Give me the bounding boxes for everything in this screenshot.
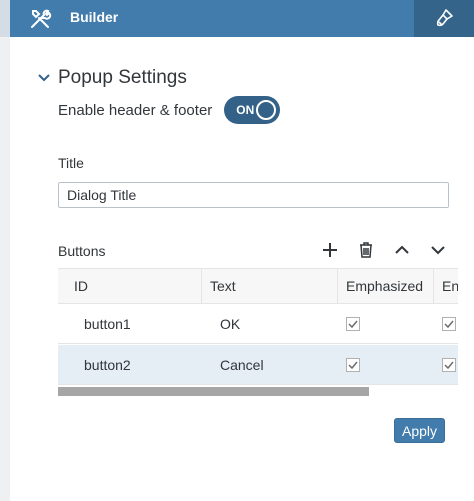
title-input[interactable] <box>58 182 449 208</box>
row-id: button2 <box>84 356 131 373</box>
header-title: Builder <box>70 9 119 25</box>
checkbox-checked-icon[interactable] <box>442 316 456 331</box>
column-header-id[interactable]: ID <box>58 269 202 303</box>
column-header-emphasized[interactable]: Emphasized <box>338 269 434 303</box>
buttons-label: Buttons <box>58 243 106 259</box>
apply-button[interactable]: Apply <box>394 418 445 443</box>
checkbox-checked-icon[interactable] <box>442 357 456 372</box>
enable-header-footer-row: Enable header & footer ON <box>58 96 281 124</box>
paintbrush-button[interactable] <box>414 0 474 37</box>
enabled-cell <box>434 345 458 384</box>
move-up-icon[interactable] <box>392 240 412 260</box>
row-text: OK <box>220 315 241 332</box>
table-row-selected[interactable]: button2 Cancel <box>58 345 458 385</box>
enabled-cell <box>434 304 458 343</box>
popup-settings-header[interactable]: Popup Settings <box>36 66 187 90</box>
chevron-down-icon[interactable] <box>36 70 52 86</box>
move-down-icon[interactable] <box>428 240 448 260</box>
section-title: Popup Settings <box>58 67 187 88</box>
checkbox-checked-icon[interactable] <box>346 316 360 331</box>
buttons-table: ID Text Emphasized En button1 OK button2… <box>58 268 458 396</box>
add-icon[interactable] <box>320 240 340 260</box>
table-toolbar <box>320 240 464 260</box>
row-id: button1 <box>84 315 131 332</box>
delete-icon[interactable] <box>356 240 376 260</box>
emphasized-cell <box>338 304 434 343</box>
builder-header: Builder <box>10 0 474 37</box>
column-header-text[interactable]: Text <box>202 269 338 303</box>
column-header-enabled[interactable]: En <box>434 269 458 303</box>
enable-header-footer-label: Enable header & footer <box>58 101 213 119</box>
title-field-label: Title <box>58 155 84 171</box>
row-text: Cancel <box>220 356 264 373</box>
table-header-row: ID Text Emphasized En <box>58 268 458 304</box>
toggle-knob <box>256 100 277 120</box>
checkbox-checked-icon[interactable] <box>346 357 360 372</box>
toggle-on-text: ON <box>236 103 255 117</box>
table-row[interactable]: button1 OK <box>58 304 458 344</box>
tools-icon[interactable] <box>28 7 52 31</box>
enable-header-footer-toggle[interactable]: ON <box>224 96 281 124</box>
left-strip-header <box>0 0 10 37</box>
left-strip <box>0 0 10 501</box>
horizontal-scrollbar[interactable] <box>58 387 369 396</box>
emphasized-cell <box>338 345 434 384</box>
